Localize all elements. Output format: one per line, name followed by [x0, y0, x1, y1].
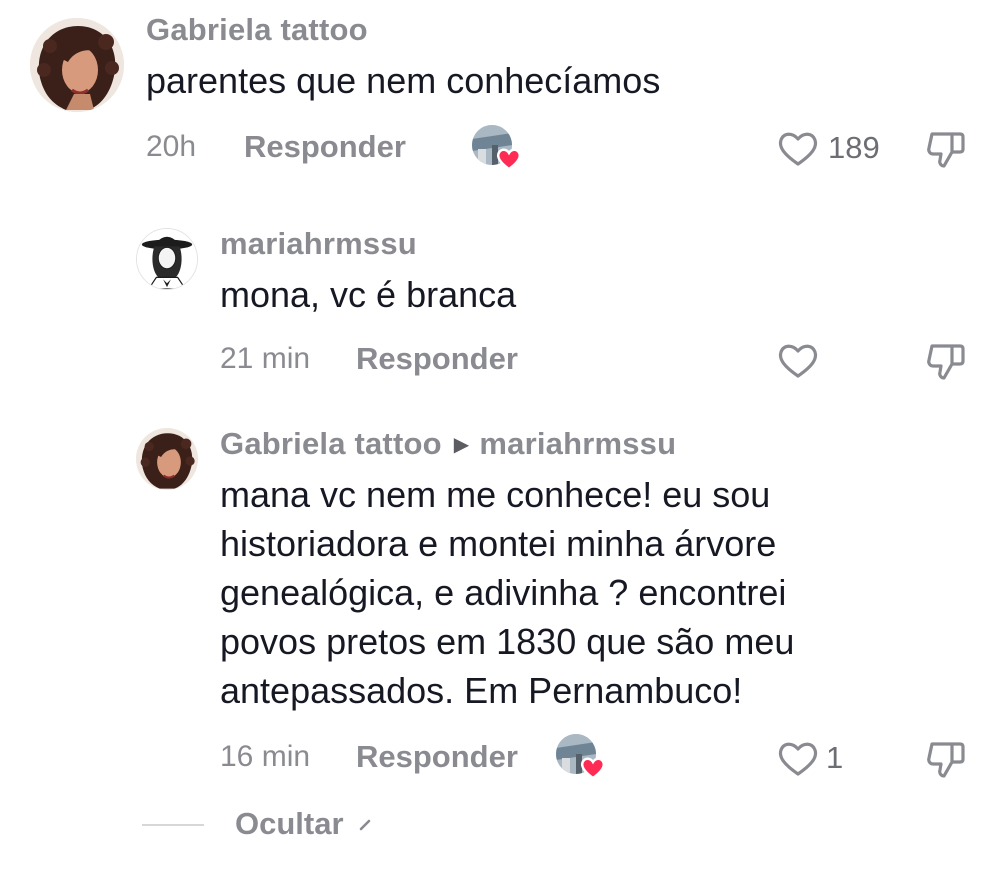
reply-button[interactable]: Responder — [356, 341, 518, 377]
reply-comment: mariahrmssu mona, vc é branca 21 min Res… — [0, 200, 1000, 400]
curly-hair-woman-avatar-icon — [136, 428, 198, 490]
reply-button[interactable]: Responder — [356, 739, 518, 775]
divider — [142, 824, 204, 826]
heart-outline-icon[interactable] — [776, 738, 820, 778]
curly-hair-woman-avatar-icon — [30, 18, 124, 112]
reply-comment: Gabriela tattoo ▶ mariahrmssu mana vc nem … — [0, 400, 1000, 800]
heart-badge-icon — [580, 757, 606, 780]
avatar[interactable] — [30, 18, 124, 112]
hat-woman-illustration-avatar-icon — [137, 229, 197, 289]
avatar[interactable] — [136, 428, 198, 490]
chevron-up-icon[interactable] — [358, 816, 376, 834]
comment-text-line: historiadora e montei minha árvore — [220, 523, 777, 564]
creator-liked-badge — [556, 734, 606, 780]
reply-button[interactable]: Responder — [244, 129, 406, 165]
comment-timestamp: 20h — [146, 130, 197, 163]
comment-text: mana vc nem me conhece! eu sou historiad… — [220, 470, 794, 715]
comment-username[interactable]: Gabriela tattoo — [220, 426, 442, 461]
dislike-icon[interactable] — [924, 126, 968, 170]
like-count: 1 — [826, 740, 844, 775]
comment-text-line: antepassados. Em Pernambuco! — [220, 670, 743, 711]
comment: Gabriela tattoo parentes que nem conhecí… — [0, 0, 1000, 200]
comment-text-line: povos pretos em 1830 que são meu — [220, 621, 795, 662]
comment-text: mona, vc é branca — [220, 274, 517, 315]
comment-username[interactable]: mariahrmssu — [220, 226, 417, 262]
heart-outline-icon[interactable] — [776, 340, 820, 380]
reply-to-username[interactable]: mariahrmssu — [479, 426, 676, 461]
creator-liked-badge — [472, 125, 522, 171]
comments-thread: Gabriela tattoo parentes que nem conhecí… — [0, 0, 1000, 874]
comment-username-line: Gabriela tattoo ▶ mariahrmssu — [220, 426, 676, 462]
dislike-icon[interactable] — [924, 736, 968, 780]
comment-timestamp: 16 min — [220, 740, 311, 773]
comment-username[interactable]: Gabriela tattoo — [146, 12, 368, 48]
avatar[interactable] — [136, 228, 198, 290]
comment-timestamp: 21 min — [220, 342, 311, 375]
comment-text-line: mana vc nem me conhece! eu sou — [220, 474, 771, 515]
heart-badge-icon — [496, 148, 522, 171]
comment-text: parentes que nem conhecíamos — [146, 60, 661, 101]
comment-text-line: genealógica, e adivinha ? encontrei — [220, 572, 787, 613]
heart-outline-icon[interactable] — [776, 128, 820, 168]
dislike-icon[interactable] — [924, 338, 968, 382]
like-count: 189 — [828, 130, 880, 165]
reply-arrow-icon: ▶ — [453, 434, 470, 456]
hide-replies-button[interactable]: Ocultar — [235, 806, 344, 842]
